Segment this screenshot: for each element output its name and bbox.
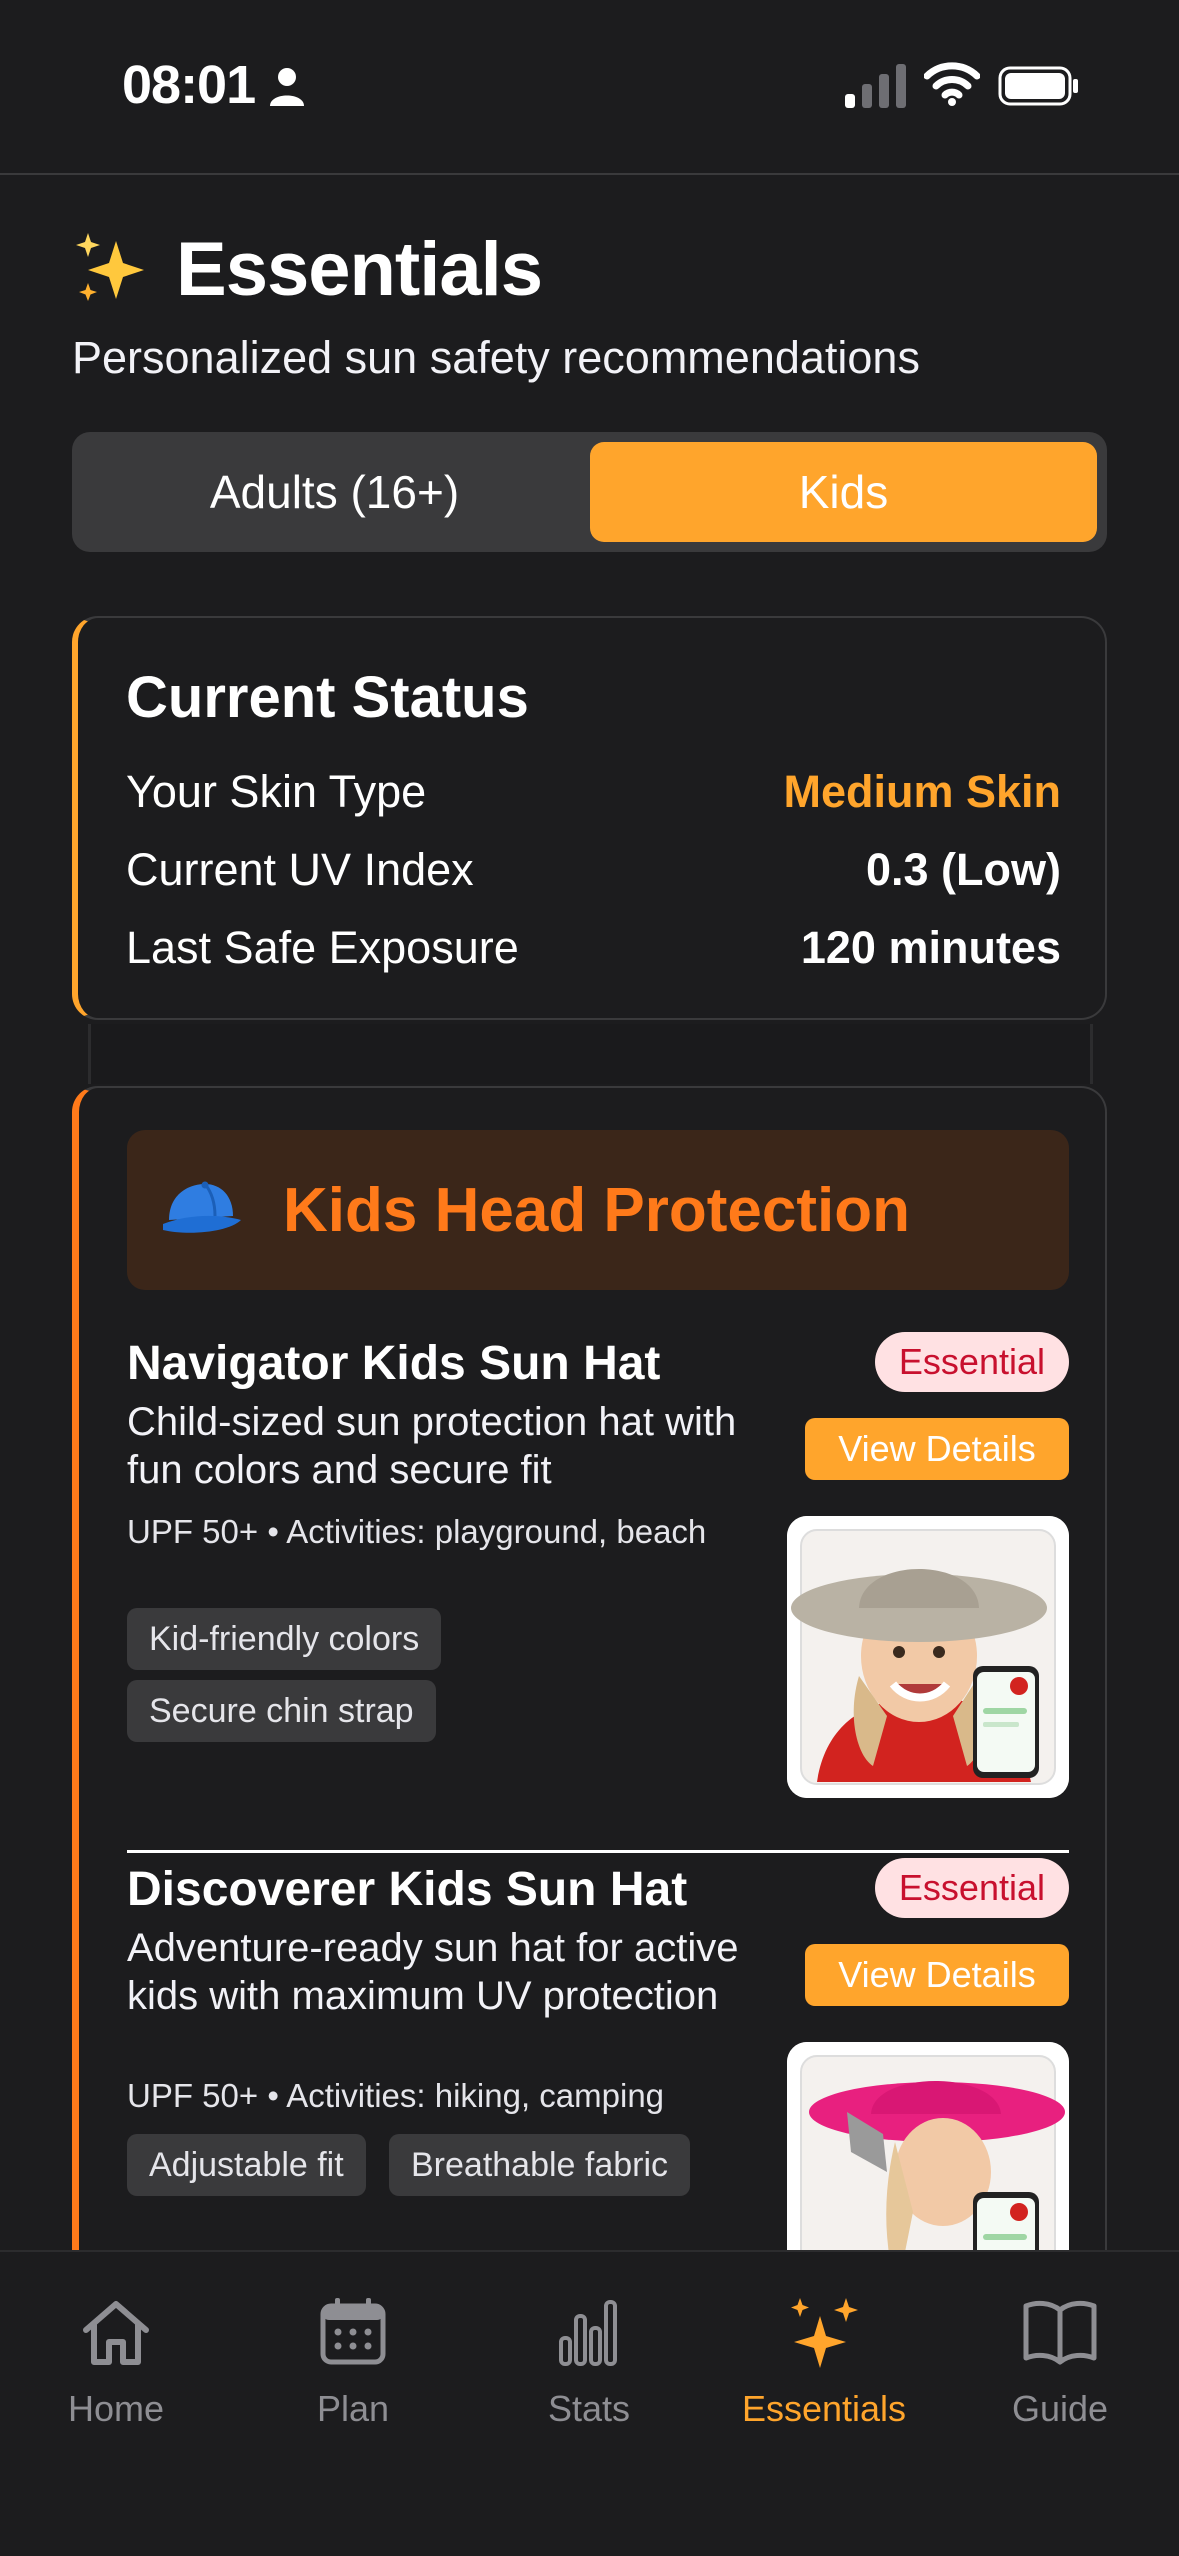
product-meta: UPF 50+ • Activities: hiking, camping <box>127 2077 665 2114</box>
cap-icon <box>163 1181 241 1233</box>
product-name: Discoverer Kids Sun Hat <box>127 1863 688 1916</box>
tab-guide[interactable]: Guide <box>960 2292 1160 2430</box>
current-status-card: Current Status Your Skin Type Medium Ski… <box>72 616 1107 1020</box>
tab-plan[interactable]: Plan <box>253 2292 453 2430</box>
category-title: Kids Head Protection <box>283 1175 910 1245</box>
card-stack-edge <box>88 1024 1093 1084</box>
sparkles-emoji-icon <box>76 232 144 301</box>
product-description: Adventure-ready sun hat for active kids … <box>127 1926 739 2018</box>
product-description: Child-sized sun protection hat with fun … <box>127 1400 737 1492</box>
status-row-safe-exposure: Last Safe Exposure 120 minutes <box>126 922 1061 974</box>
segment-adults[interactable]: Adults (16+) <box>82 442 587 542</box>
kid-sun-hat-image <box>787 1516 1069 1798</box>
cellular-signal-icon <box>845 64 906 108</box>
bar-chart-icon <box>559 2300 617 2366</box>
product-divider <box>127 1850 1069 1853</box>
page-subtitle: Personalized sun safety recommendations <box>72 332 920 383</box>
essential-badge: Essential <box>874 1858 1069 1918</box>
status-label: Current UV Index <box>126 844 474 895</box>
feature-tag: Breathable fabric <box>389 2134 691 2196</box>
tab-label: Stats <box>547 2388 631 2429</box>
feature-tag: Kid-friendly colors <box>127 1608 442 1670</box>
sparkles-icon <box>791 2298 858 2368</box>
person-icon <box>270 68 304 106</box>
status-value: 0.3 (Low) <box>865 844 1061 895</box>
page-header: Essentials <box>72 226 543 313</box>
product-meta: UPF 50+ • Activities: playground, beach <box>127 1513 707 1550</box>
tab-label: Essentials <box>741 2388 907 2429</box>
status-row-skin-type: Your Skin Type Medium Skin <box>126 766 1061 818</box>
wifi-icon <box>924 62 980 106</box>
tab-label: Home <box>67 2388 165 2429</box>
book-icon <box>1023 2300 1097 2365</box>
product-image[interactable] <box>787 1516 1069 1798</box>
essential-badge: Essential <box>874 1332 1069 1392</box>
view-details-button[interactable]: View Details <box>805 1944 1069 2006</box>
calendar-icon <box>320 2298 386 2365</box>
tab-essentials[interactable]: Essentials <box>724 2292 924 2430</box>
tab-home[interactable]: Home <box>16 2292 216 2430</box>
segment-kids[interactable]: Kids <box>590 442 1097 542</box>
battery-icon <box>998 66 1078 106</box>
audience-segmented-control: Adults (16+) Kids <box>72 432 1107 552</box>
status-value: 120 minutes <box>800 922 1061 973</box>
tab-label: Plan <box>316 2388 390 2429</box>
view-details-button[interactable]: View Details <box>805 1418 1069 1480</box>
tab-stats[interactable]: Stats <box>489 2292 689 2430</box>
status-label: Last Safe Exposure <box>126 922 519 973</box>
status-label: Your Skin Type <box>126 766 427 817</box>
feature-tag: Secure chin strap <box>127 1680 436 1742</box>
status-row-uv-index: Current UV Index 0.3 (Low) <box>126 844 1061 896</box>
product-name: Navigator Kids Sun Hat <box>127 1337 661 1390</box>
category-banner: Kids Head Protection <box>127 1130 1069 1290</box>
status-bar: 08:01 <box>0 0 1179 175</box>
page-title: Essentials <box>176 227 543 312</box>
tab-bar: Home Plan Stats Essentials Guide <box>0 2250 1179 2556</box>
tab-label: Guide <box>1011 2388 1109 2429</box>
feature-tag: Adjustable fit <box>127 2134 366 2196</box>
status-time: 08:01 <box>122 55 256 115</box>
product-card: Navigator Kids Sun Hat Essential View De… <box>127 1332 1069 1836</box>
current-status-title: Current Status <box>126 665 529 730</box>
house-icon <box>83 2301 149 2365</box>
status-value: Medium Skin <box>783 766 1061 817</box>
